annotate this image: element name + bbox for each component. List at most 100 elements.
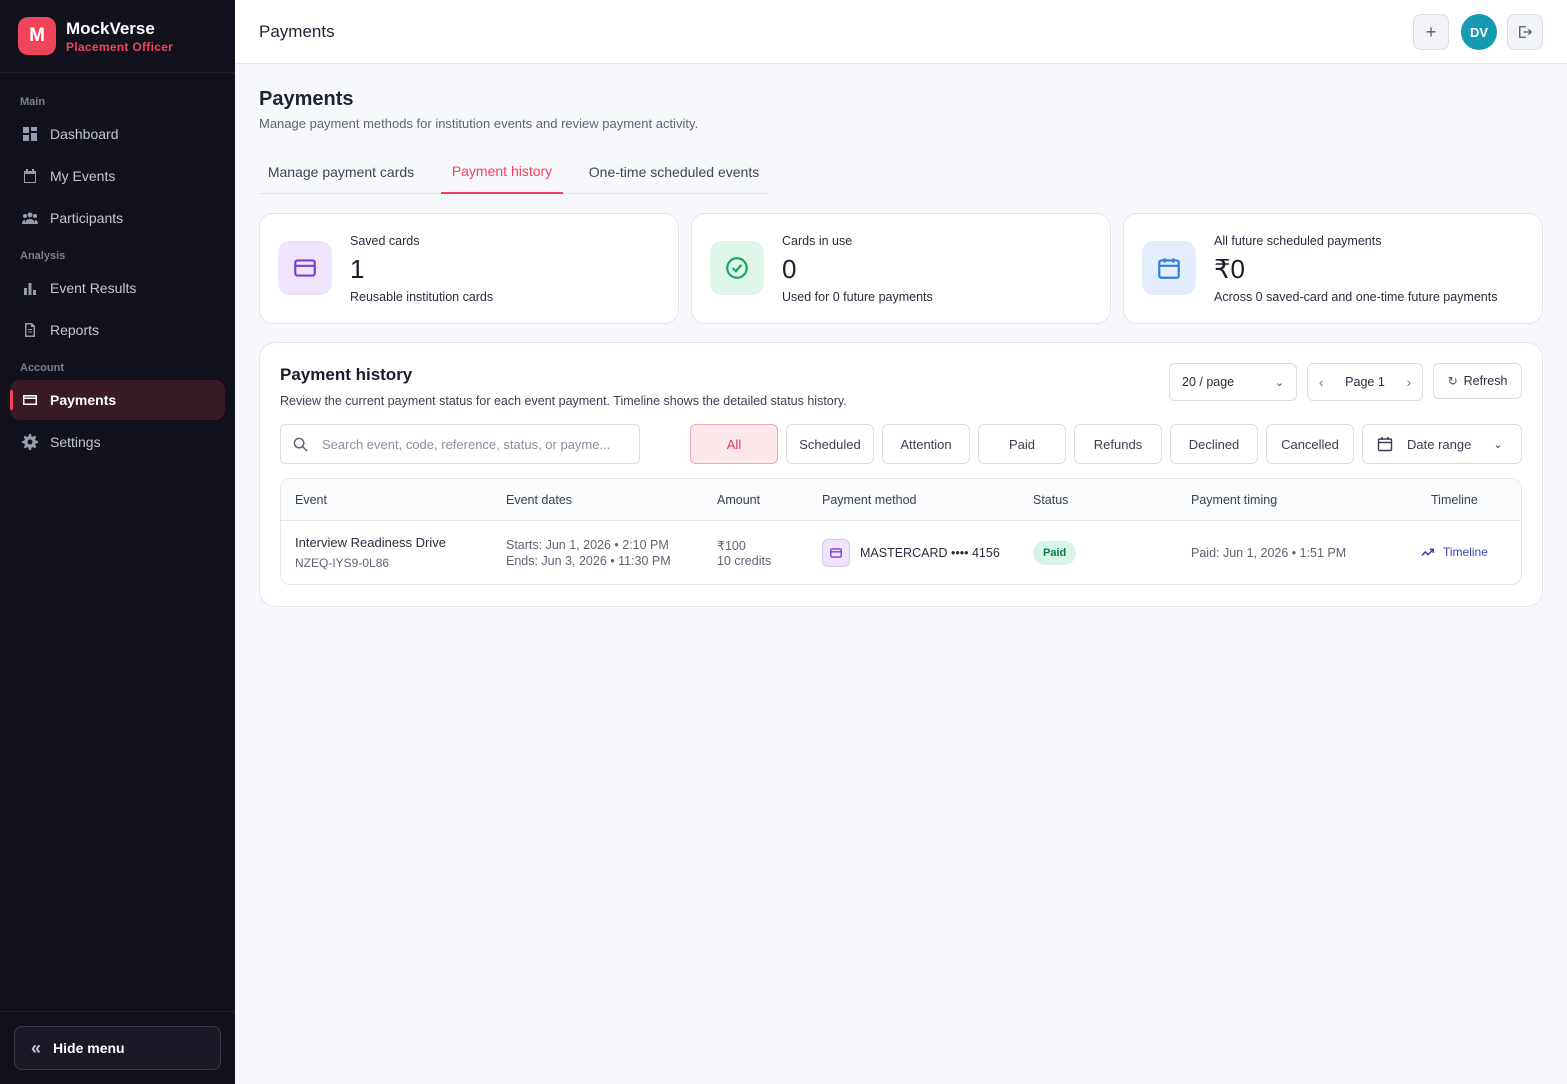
pagination: ‹ Page 1 ›: [1307, 363, 1423, 401]
section-label-analysis: Analysis: [20, 250, 66, 262]
timeline-label: Timeline: [1443, 545, 1488, 559]
credit-card-icon: [822, 539, 850, 567]
tab-payment-history[interactable]: Payment history: [441, 150, 563, 194]
row-event-name: Interview Readiness Drive: [295, 535, 447, 550]
stat-card-future-payments: All future scheduled payments ₹0 Across …: [1123, 213, 1543, 324]
page-title: Payments: [259, 88, 354, 110]
double-chevron-left-icon: «: [31, 1037, 42, 1058]
chevron-down-icon: ⌄: [1274, 376, 1284, 389]
refresh-button[interactable]: ↻ Refresh: [1433, 363, 1522, 399]
payments-table: Event Event dates Amount Payment method …: [280, 478, 1522, 585]
sidebar-item-label: My Events: [50, 168, 116, 184]
search-field: [280, 424, 640, 464]
brand-logo[interactable]: M: [18, 17, 56, 55]
report-icon: [25, 323, 35, 337]
column-header-status: Status: [1033, 493, 1069, 507]
dashboard-icon: [23, 127, 37, 141]
hide-menu-button[interactable]: « Hide menu: [14, 1026, 221, 1070]
tabs: Manage payment cards Payment history One…: [259, 150, 768, 194]
plus-icon: +: [1425, 21, 1437, 42]
chevron-down-icon: ⌄: [1493, 438, 1503, 451]
search-input[interactable]: [322, 436, 622, 452]
filter-scheduled[interactable]: Scheduled: [786, 424, 874, 464]
column-header-amount: Amount: [717, 493, 761, 507]
people-icon: [22, 212, 38, 224]
timeline-link[interactable]: Timeline: [1421, 545, 1488, 559]
row-event-start: Starts: Jun 1, 2026 • 2:10 PM: [506, 538, 669, 552]
stat-value: 1: [350, 254, 365, 284]
section-label-account: Account: [20, 362, 64, 374]
calendar-icon: [1377, 437, 1393, 452]
bar-chart-icon: [24, 283, 36, 295]
calendar-icon: [24, 169, 36, 183]
status-badge: Paid: [1033, 541, 1077, 565]
filter-cancelled[interactable]: Cancelled: [1266, 424, 1354, 464]
brand-role: Placement Officer: [66, 39, 174, 54]
stat-card-saved-cards: Saved cards 1 Reusable institution cards: [259, 213, 679, 324]
sidebar-item-label: Settings: [50, 434, 101, 450]
history-subtitle: Review the current payment status for ea…: [280, 394, 847, 408]
sidebar-item-label: Reports: [50, 322, 100, 338]
chevron-right-icon[interactable]: ›: [1406, 374, 1411, 390]
history-title: Payment history: [280, 365, 413, 384]
credit-card-icon: [23, 395, 37, 405]
sidebar-divider: [0, 1011, 235, 1012]
sidebar-item-settings[interactable]: Settings: [10, 422, 225, 462]
page-indicator: Page 1: [1345, 375, 1385, 389]
avatar[interactable]: DV: [1461, 14, 1497, 50]
sidebar-item-participants[interactable]: Participants: [10, 198, 225, 238]
sidebar-item-label: Payments: [50, 392, 117, 408]
row-credits: 10 credits: [717, 554, 772, 568]
date-range-label: Date range: [1407, 436, 1472, 452]
main-content: Payments Manage payment methods for inst…: [235, 64, 1567, 1084]
topbar: Payments + DV: [235, 0, 1567, 64]
check-circle-icon: [710, 241, 764, 295]
gear-icon: [22, 434, 38, 450]
sidebar-item-label: Event Results: [50, 280, 137, 296]
row-amount: ₹100: [717, 539, 746, 553]
filter-declined[interactable]: Declined: [1170, 424, 1258, 464]
stat-label: Cards in use: [782, 234, 853, 248]
row-event-code: NZEQ-IYS9-0L86: [295, 556, 390, 570]
refresh-label: Refresh: [1463, 374, 1508, 388]
sidebar-item-reports[interactable]: Reports: [10, 310, 225, 350]
tab-one-time-scheduled-events[interactable]: One-time scheduled events: [581, 150, 767, 194]
per-page-value: 20 / page: [1182, 375, 1235, 389]
add-button[interactable]: +: [1413, 14, 1449, 50]
payment-history-panel: Payment history Review the current payme…: [259, 342, 1543, 607]
sidebar-item-my-events[interactable]: My Events: [10, 156, 225, 196]
row-payment-method: MASTERCARD •••• 4156: [860, 546, 1000, 560]
page-subtitle: Manage payment methods for institution e…: [259, 116, 699, 131]
column-header-event: Event: [295, 493, 327, 507]
logout-button[interactable]: [1507, 14, 1543, 50]
stat-desc: Reusable institution cards: [350, 290, 494, 304]
column-header-payment-timing: Payment timing: [1191, 493, 1278, 507]
filter-attention[interactable]: Attention: [882, 424, 970, 464]
tab-manage-payment-cards[interactable]: Manage payment cards: [259, 150, 423, 194]
column-header-payment-method: Payment method: [822, 493, 917, 507]
date-range-select[interactable]: Date range ⌄: [1362, 424, 1522, 464]
table-header: Event Event dates Amount Payment method …: [281, 479, 1521, 521]
topbar-title: Payments: [259, 22, 335, 41]
filter-all[interactable]: All: [690, 424, 778, 464]
stat-desc: Used for 0 future payments: [782, 290, 933, 304]
per-page-select[interactable]: 20 / page ⌄: [1169, 363, 1297, 401]
stat-card-cards-in-use: Cards in use 0 Used for 0 future payment…: [691, 213, 1111, 324]
sidebar-item-dashboard[interactable]: Dashboard: [10, 114, 225, 154]
sidebar: M MockVerse Placement Officer Main Dashb…: [0, 0, 235, 1084]
brand: M MockVerse Placement Officer: [0, 0, 235, 73]
sidebar-item-event-results[interactable]: Event Results: [10, 268, 225, 308]
stat-label: Saved cards: [350, 234, 420, 248]
row-payment-timing: Paid: Jun 1, 2026 • 1:51 PM: [1191, 546, 1347, 560]
search-icon: [293, 437, 308, 452]
chevron-left-icon[interactable]: ‹: [1319, 374, 1324, 390]
refresh-icon: ↻: [1447, 374, 1458, 388]
stat-value: 0: [782, 254, 797, 284]
hide-menu-label: Hide menu: [53, 1040, 125, 1056]
filter-refunds[interactable]: Refunds: [1074, 424, 1162, 464]
filter-paid[interactable]: Paid: [978, 424, 1066, 464]
trend-icon: [1421, 548, 1435, 557]
column-header-event-dates: Event dates: [506, 493, 573, 507]
sidebar-item-payments[interactable]: Payments: [10, 380, 225, 420]
brand-name: MockVerse: [66, 18, 155, 38]
